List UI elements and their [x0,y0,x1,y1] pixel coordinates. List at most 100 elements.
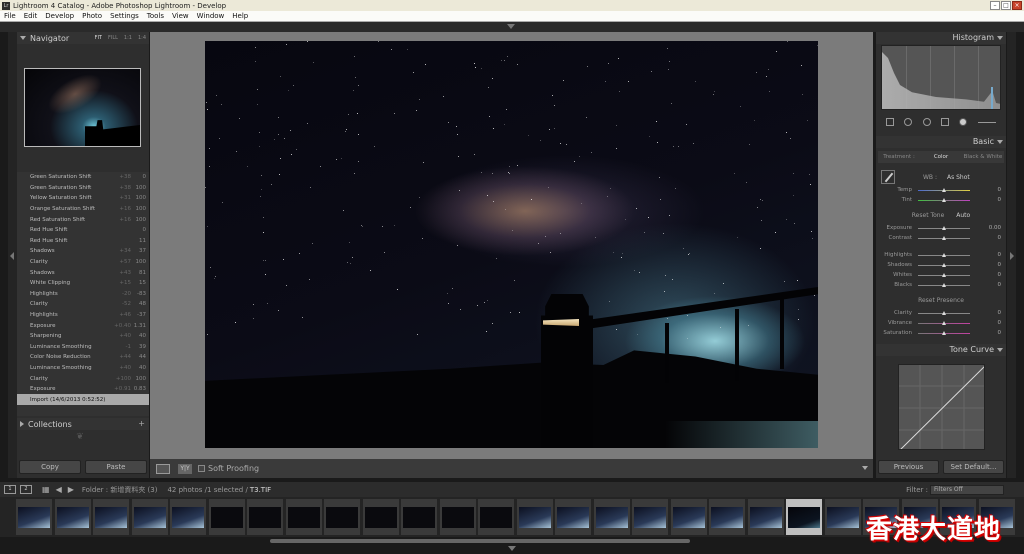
history-item[interactable]: Luminance Smoothing +40 40 [17,363,149,374]
top-panel-toggle[interactable] [0,22,1024,32]
filmstrip-thumbnail[interactable] [555,499,591,535]
add-collection-icon[interactable]: + [138,419,145,428]
radial-filter-icon[interactable] [959,118,968,126]
history-item[interactable]: Shadows +43 81 [17,267,149,278]
copy-button[interactable]: Copy [19,460,81,474]
contrast-slider[interactable]: Contrast 0 [881,233,1001,243]
zoom-fill[interactable]: FILL [108,35,118,41]
monitor-2-icon[interactable]: 2 [20,485,32,494]
filmstrip-thumbnail[interactable] [439,499,476,535]
treatment-bw[interactable]: Black & White [962,154,1004,160]
monitor-1-icon[interactable]: 1 [4,485,16,494]
filmstrip-thumbnail[interactable] [285,499,322,535]
treatment-color[interactable]: Color [920,154,962,160]
filmstrip-thumbnail[interactable] [824,499,861,535]
zoom-1-4[interactable]: 1:4 [138,35,146,41]
history-item[interactable]: Shadows +34 37 [17,246,149,257]
soft-proofing-checkbox[interactable] [198,465,205,472]
graduated-filter-icon[interactable] [941,118,950,126]
history-item[interactable]: Sharpening +40 40 [17,331,149,342]
navigator-preview[interactable] [24,68,141,147]
paste-button[interactable]: Paste [85,460,147,474]
before-after-icon[interactable]: Y|Y [178,463,192,474]
filmstrip-thumbnail[interactable] [324,499,360,535]
filmstrip-thumbnail[interactable] [786,499,822,535]
navigator-header[interactable]: Navigator FIT FILL 1:1 1:4 [17,32,149,44]
menu-view[interactable]: View [168,12,193,20]
folder-source[interactable]: Folder : 新增資料夾 (3) [82,485,158,495]
zoom-1-1[interactable]: 1:1 [124,35,132,41]
filmstrip-thumbnail[interactable] [208,499,245,535]
left-panel-toggle[interactable] [8,32,17,478]
history-item[interactable]: Red Saturation Shift +16 100 [17,214,149,225]
auto-tone-button[interactable]: Auto [956,212,970,219]
tone-curve-graph[interactable] [898,364,985,450]
filmstrip-thumbnail[interactable] [709,499,745,535]
history-item[interactable]: Clarity +100 100 [17,373,149,384]
histogram-header[interactable]: Histogram [876,32,1006,44]
maximize-icon[interactable]: □ [1001,1,1011,10]
minimize-icon[interactable]: – [990,1,1000,10]
history-item[interactable]: Highlights -20 -83 [17,289,149,300]
previous-button[interactable]: Previous [878,460,939,474]
eyedropper-icon[interactable] [881,170,895,184]
whites-slider[interactable]: Whites 0 [881,270,1001,280]
chevron-down-icon[interactable] [508,546,516,551]
filmstrip-thumbnail[interactable] [362,499,399,535]
vibrance-slider[interactable]: Vibrance 0 [881,318,1001,328]
history-item[interactable]: Clarity +57 100 [17,257,149,268]
history-item[interactable]: Orange Saturation Shift +16 100 [17,204,149,215]
history-item[interactable]: Red Hue Shift 11 [17,236,149,247]
exposure-slider[interactable]: Exposure 0.00 [881,223,1001,233]
filmstrip-thumbnail[interactable] [478,499,514,535]
set-default-button[interactable]: Set Default... [943,460,1004,474]
wb-value[interactable]: As Shot [947,174,970,181]
history-item[interactable]: Exposure +0.91 0.83 [17,384,149,395]
basic-header[interactable]: Basic [876,136,1006,148]
current-filename[interactable]: T3.TIF [250,486,271,494]
zoom-fit[interactable]: FIT [95,35,102,41]
shadows-slider[interactable]: Shadows 0 [881,260,1001,270]
history-item[interactable]: White Clipping +15 15 [17,278,149,289]
menu-help[interactable]: Help [228,12,252,20]
menu-develop[interactable]: Develop [41,12,78,20]
filmstrip-thumbnail[interactable] [632,499,668,535]
saturation-slider[interactable]: Saturation 0 [881,328,1001,338]
main-photo[interactable] [205,41,818,448]
filmstrip-thumbnail[interactable] [747,499,784,535]
toolbar-menu-icon[interactable] [862,466,868,470]
temp-slider[interactable]: Temp 0 [881,185,1001,195]
blacks-slider[interactable]: Blacks 0 [881,280,1001,290]
right-panel-toggle[interactable] [1007,32,1016,478]
back-arrow-icon[interactable]: ◀ [56,485,62,494]
filmstrip-thumbnail[interactable] [131,499,168,535]
filmstrip-thumbnail[interactable] [16,499,52,535]
menu-file[interactable]: File [0,12,20,20]
filmstrip-thumbnail[interactable] [516,499,553,535]
loupe-view-icon[interactable] [156,463,170,474]
highlights-slider[interactable]: Highlights 0 [881,250,1001,260]
menu-photo[interactable]: Photo [78,12,106,20]
history-item[interactable]: Yellow Saturation Shift +31 100 [17,193,149,204]
tint-slider[interactable]: Tint 0 [881,195,1001,205]
collections-header[interactable]: Collections + [17,418,149,430]
filmstrip-thumbnail[interactable] [670,499,707,535]
tonecurve-header[interactable]: Tone Curve [876,344,1006,356]
crop-icon[interactable] [886,118,895,126]
filmstrip-thumbnail[interactable] [170,499,206,535]
filmstrip-scrollbar[interactable] [270,539,690,543]
filmstrip-thumbnail[interactable] [247,499,283,535]
history-item[interactable]: Clarity -52 48 [17,299,149,310]
history-item[interactable]: Highlights +46 -37 [17,310,149,321]
menu-window[interactable]: Window [193,12,229,20]
filmstrip-thumbnail[interactable] [54,499,91,535]
menu-settings[interactable]: Settings [106,12,143,20]
clarity-slider[interactable]: Clarity 0 [881,308,1001,318]
filmstrip-thumbnail[interactable] [593,499,630,535]
close-icon[interactable]: × [1012,1,1022,10]
menu-tools[interactable]: Tools [143,12,168,20]
history-item[interactable]: Red Hue Shift 0 [17,225,149,236]
history-item[interactable]: Color Noise Reduction +44 44 [17,352,149,363]
spot-removal-icon[interactable] [904,118,913,126]
history-item[interactable]: Green Saturation Shift +38 0 [17,172,149,183]
